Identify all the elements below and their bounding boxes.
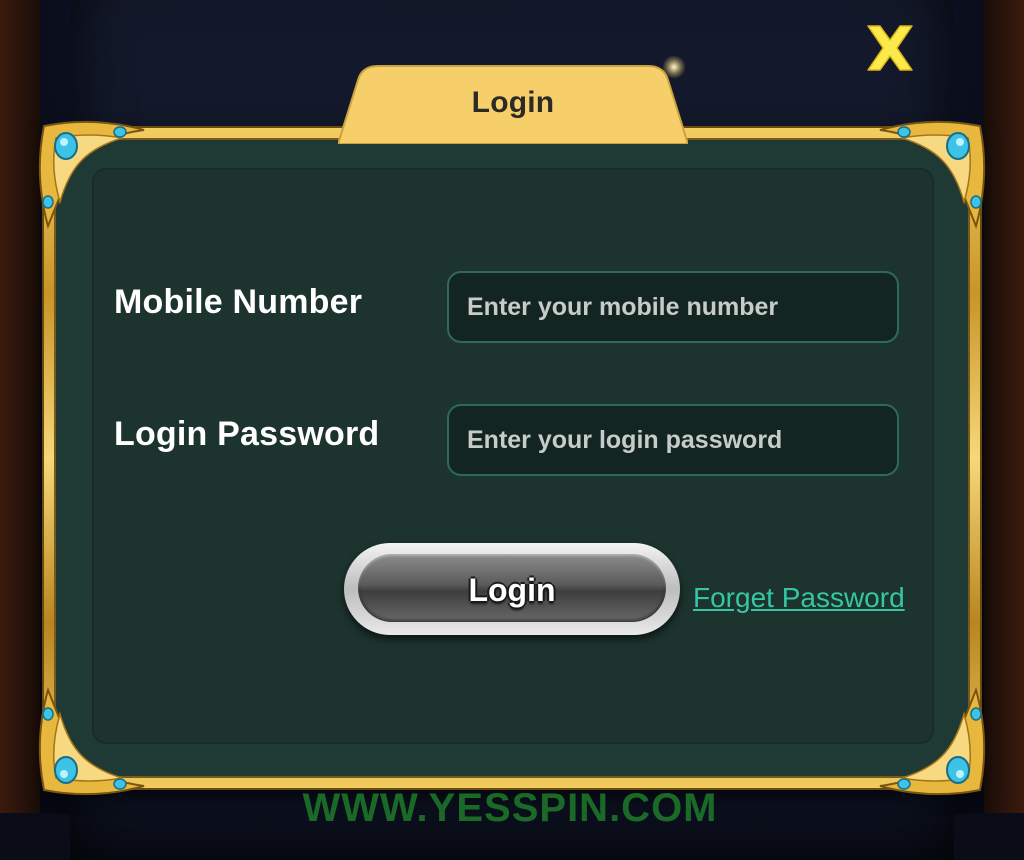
close-icon — [867, 25, 913, 71]
site-watermark: WWW.YESSPIN.COM — [302, 786, 718, 830]
login-button[interactable]: Login — [344, 543, 680, 635]
mobile-number-input[interactable] — [447, 271, 899, 343]
dialog-tab: Login — [338, 64, 688, 144]
corner-ornament-top-right — [870, 116, 990, 236]
close-button[interactable] — [862, 22, 918, 74]
mobile-number-label: Mobile Number — [114, 283, 363, 321]
corner-ornament-bottom-left — [34, 680, 154, 800]
forget-password-link[interactable]: Forget Password — [693, 582, 905, 614]
corner-ornament-bottom-right — [870, 680, 990, 800]
login-password-input[interactable] — [447, 404, 899, 476]
login-button-label: Login — [468, 572, 556, 608]
dialog-title: Login — [471, 86, 555, 119]
background-right-edge — [984, 0, 1024, 813]
corner-ornament-top-left — [34, 116, 154, 236]
login-password-label: Login Password — [114, 415, 380, 453]
